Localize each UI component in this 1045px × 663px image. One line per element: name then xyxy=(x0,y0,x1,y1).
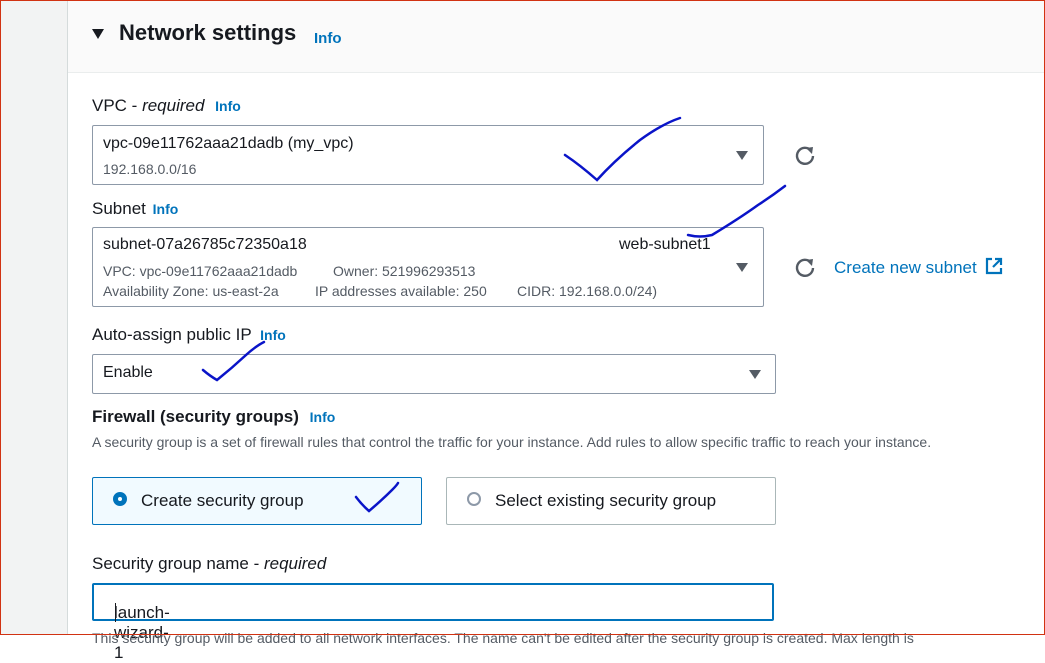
section-title: Network settings xyxy=(119,20,297,45)
subnet-cidr: CIDR: 192.168.0.0/24) xyxy=(517,283,658,299)
auto-ip-info-link[interactable]: Info xyxy=(260,327,286,343)
sg-name-label-text: Security group name - xyxy=(92,554,264,573)
dropdown-arrow-icon xyxy=(736,151,748,160)
vpc-select[interactable]: vpc-09e11762aaa21dadb (my_vpc) 192.168.0… xyxy=(92,125,764,185)
refresh-icon[interactable] xyxy=(794,256,816,278)
vpc-value: vpc-09e11762aaa21dadb (my_vpc) xyxy=(103,135,354,152)
refresh-icon[interactable] xyxy=(794,144,816,166)
section-info-link[interactable]: Info xyxy=(314,30,342,47)
create-new-subnet-label: Create new subnet xyxy=(834,258,977,277)
subnet-name: web-subnet1 xyxy=(619,236,711,253)
subnet-label-text: Subnet xyxy=(92,199,146,218)
left-margin xyxy=(0,0,68,635)
subnet-owner: Owner: 521996293513 xyxy=(333,263,476,279)
caret-down-icon[interactable] xyxy=(92,29,104,39)
radio-icon[interactable] xyxy=(467,492,481,506)
dropdown-arrow-icon xyxy=(749,370,761,379)
firewall-description: A security group is a set of firewall ru… xyxy=(92,434,932,450)
subnet-ips: IP addresses available: 250 xyxy=(315,283,487,299)
create-security-group-label: Create security group xyxy=(141,491,304,510)
vpc-label: VPC - required Info xyxy=(92,96,241,116)
auto-ip-select[interactable]: Enable xyxy=(92,354,776,394)
subnet-info-link[interactable]: Info xyxy=(153,201,179,217)
security-group-name-input[interactable]: launch-wizard-1 xyxy=(92,583,774,662)
select-existing-security-group-label: Select existing security group xyxy=(495,491,717,510)
sg-name-label: Security group name - required xyxy=(92,554,326,574)
subnet-vpc: VPC: vpc-09e11762aaa21dadb xyxy=(103,263,298,279)
auto-ip-label-text: Auto-assign public IP xyxy=(92,325,252,344)
vpc-label-text: VPC - xyxy=(92,96,143,115)
text-cursor xyxy=(115,603,116,622)
firewall-label: Firewall (security groups) Info xyxy=(92,407,335,427)
auto-ip-label: Auto-assign public IP Info xyxy=(92,325,286,345)
sg-name-required: required xyxy=(263,554,327,573)
auto-ip-value: Enable xyxy=(103,364,153,381)
external-link-icon xyxy=(986,257,1003,275)
subnet-select[interactable]: subnet-07a26785c72350a18 web-subnet1 VPC… xyxy=(92,227,764,307)
vpc-info-link[interactable]: Info xyxy=(215,98,241,114)
vpc-required: required xyxy=(142,96,205,115)
subnet-az: Availability Zone: us-east-2a xyxy=(103,283,279,299)
subnet-id: subnet-07a26785c72350a18 xyxy=(103,236,307,253)
select-existing-security-group-option[interactable]: Select existing security group xyxy=(446,477,776,525)
radio-icon[interactable] xyxy=(113,492,127,506)
vpc-cidr: 192.168.0.0/16 xyxy=(103,161,197,177)
sg-name-help-text: This security group will be added to all… xyxy=(92,630,914,646)
firewall-label-text: Firewall (security groups) xyxy=(92,407,299,426)
firewall-info-link[interactable]: Info xyxy=(310,409,336,425)
create-security-group-option[interactable]: Create security group xyxy=(92,477,422,525)
create-new-subnet-link[interactable]: Create new subnet xyxy=(834,257,1003,278)
subnet-label: Subnet Info xyxy=(92,199,178,219)
dropdown-arrow-icon xyxy=(736,263,748,272)
